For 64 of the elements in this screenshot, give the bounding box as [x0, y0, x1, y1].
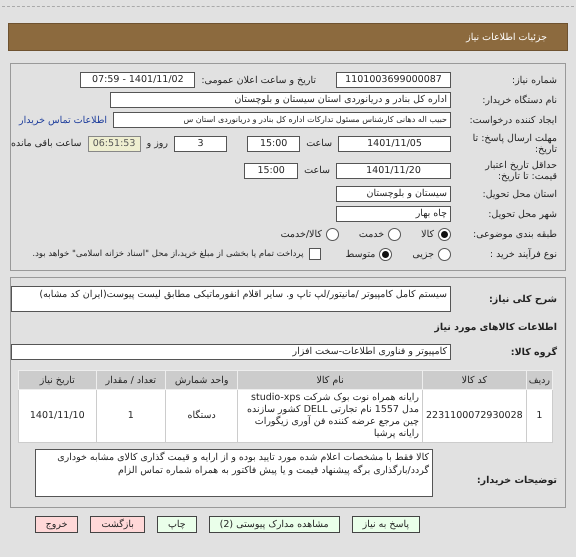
column-header: واحد شمارش [166, 370, 238, 390]
action-button[interactable]: پاسخ به نیاز [352, 516, 420, 533]
field-label: طبقه بندی موضوعی: [472, 228, 558, 240]
table-cell: 1401/11/10 [18, 390, 96, 442]
field-label: روز و [146, 138, 168, 149]
input-field: 1101003699000087 [336, 72, 451, 88]
field-label: نوع فرآیند خرید : [488, 248, 558, 260]
exit-button[interactable]: بازگشت [90, 516, 145, 533]
option-label: کالا/خدمت [280, 228, 322, 240]
field-label: تاریخ و ساعت اعلان عمومی: [201, 74, 316, 86]
table-cell: 1 [526, 390, 552, 442]
radio-button[interactable] [438, 248, 451, 260]
input-field: 3 [174, 136, 228, 152]
radio-button[interactable] [438, 228, 451, 240]
input-field: 1401/11/02 - 07:59 [80, 72, 196, 88]
checkbox[interactable] [309, 248, 322, 260]
field-label: شهر محل تحویل: [487, 208, 558, 220]
input-field: اداره کل بنادر و دریانوردی استان سیستان و بلوچستان [110, 92, 451, 108]
table-cell: 2231100072930028 [422, 390, 526, 442]
radio-button[interactable] [388, 228, 402, 240]
exit-button[interactable]: خروج [34, 516, 78, 533]
column-header: کد کالا [422, 370, 526, 390]
field-label: ساعت باقی مانده [11, 138, 82, 149]
table-cell: رایانه همراه نوت بوک شرکت studio-xps مدل 1557 نام تجارتی DELL کشور سازنده چین مرجع عرضه کننده فن آوری زیگورات رایانه پرشیا [238, 390, 422, 442]
input-field: 1401/11/05 [338, 136, 451, 152]
field-label: شرح کلی نیاز: [488, 294, 558, 304]
input-field: حبیب اله دهانی کارشناس مسئول تدارکات اداره کل بنادر و دریانوردی استان س [113, 112, 451, 128]
table-cell: دستگاه [166, 390, 238, 442]
field-label: نام دستگاه خریدار: [481, 94, 558, 106]
input-field: 1401/11/20 [336, 162, 451, 178]
field-label: مهلت ارسال پاسخ: تا تاریخ: [472, 132, 558, 154]
page-header: جزئیات اطلاعات نیاز [8, 23, 568, 51]
option-label: خدمت [358, 228, 384, 240]
field-label: ایجاد کننده درخواست: [468, 114, 558, 126]
field-label: ساعت [304, 165, 330, 176]
column-header: ردیف [526, 370, 552, 390]
column-header: تاریخ نیاز [18, 370, 96, 390]
field-label: حداقل تاریخ اعتبار قیمت: تا تاریخ: [484, 160, 558, 182]
column-header: نام کالا [238, 370, 422, 390]
option-label: کالا [421, 228, 434, 240]
input-field: کامپیوتر و فناوری اطلاعات-سخت افزار [11, 344, 451, 360]
field-label: گروه کالا: [510, 346, 558, 358]
input-field: سیستم کامل کامپیوتر /مانیتور/لپ تاپ و. سایر اقلام انفورماتیکی مطابق لیست پیوست(ایران کد مشابه) [11, 286, 451, 312]
field-label: استان محل تحویل: [481, 188, 558, 200]
table-cell: 1 [96, 390, 166, 442]
action-button[interactable]: مشاهده مدارک پیوستی (2) [208, 516, 340, 533]
input-field: کالا فقط با مشخصات اعلام شده مورد تایید بوده و از ارایه و قیمت گذاری کالای مشابه خوداری گردد/بارگذاری برگه پیشنهاد قیمت و یا پیش فاکتور به همراه شماره تماس الزام [35, 449, 433, 497]
checkbox-label: پرداخت تمام یا بخشی از مبلغ خرید،از محل "اسناد خزانه اسلامی" خواهد بود. [32, 249, 304, 259]
input-field: 15:00 [247, 136, 300, 152]
action-button[interactable]: چاپ [156, 516, 197, 533]
input-field: چاه بهار [336, 206, 451, 222]
input-field: 15:00 [244, 162, 298, 178]
option-label: جزیی [412, 248, 434, 260]
input-field: سیستان و بلوچستان [336, 186, 451, 202]
countdown-timer: 06:51:53 [88, 136, 141, 152]
radio-button[interactable] [379, 248, 392, 260]
field-label: ساعت [306, 138, 332, 149]
field-label: توضیحات خریدار: [476, 474, 558, 486]
radio-button[interactable] [326, 228, 339, 240]
option-label: متوسط [345, 248, 376, 260]
column-header: تعداد / مقدار [96, 370, 166, 390]
section-heading: اطلاعات کالاهای مورد نیاز [434, 322, 558, 332]
field-label: شماره نیاز: [510, 74, 558, 86]
contact-link[interactable]: اطلاعات تماس خریدار [19, 114, 108, 126]
